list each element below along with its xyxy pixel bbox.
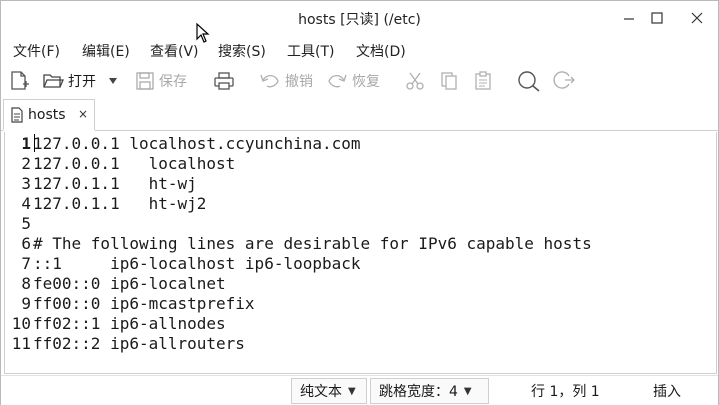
tab-bar: hosts × bbox=[1, 99, 718, 131]
tab-width-label: 跳格宽度：4 bbox=[379, 384, 458, 400]
save-label: 保存 bbox=[159, 74, 187, 90]
menu-view[interactable]: 查看(V) bbox=[150, 41, 199, 61]
document-icon bbox=[11, 106, 23, 123]
redo-icon bbox=[328, 74, 347, 88]
undo-label: 撤销 bbox=[285, 74, 313, 90]
copy-button[interactable] bbox=[439, 69, 459, 93]
maximize-icon bbox=[651, 12, 663, 24]
window-title: hosts [只读] (/etc) bbox=[298, 12, 421, 28]
folder-open-icon bbox=[43, 74, 64, 88]
text-caret bbox=[34, 134, 35, 152]
paste-button[interactable] bbox=[473, 69, 493, 93]
line-number: 7 bbox=[21, 254, 31, 273]
save-icon bbox=[136, 72, 154, 90]
tab-close-button[interactable]: × bbox=[78, 107, 88, 121]
scissors-icon bbox=[406, 72, 424, 90]
close-icon bbox=[691, 12, 703, 24]
line-number: 3 bbox=[21, 174, 31, 193]
menu-edit[interactable]: 编辑(E) bbox=[82, 41, 130, 61]
text-line[interactable]: 127.0.0.1 localhost bbox=[33, 154, 235, 174]
dropdown-arrow-icon: ▼ bbox=[348, 385, 356, 397]
text-line[interactable]: 127.0.1.1 ht-wj bbox=[33, 174, 197, 194]
editor-window: hosts [只读] (/etc) 文件(F) 编辑(E) 查看(V) 搜索(S… bbox=[0, 0, 719, 405]
tab-width-selector[interactable]: 跳格宽度：4 ▼ bbox=[370, 378, 489, 404]
line-number: 11 bbox=[11, 334, 31, 353]
syntax-highlight-selector[interactable]: 纯文本 ▼ bbox=[291, 378, 367, 404]
text-line[interactable]: ff00::0 ip6-mcastprefix bbox=[33, 294, 255, 314]
minimize-icon bbox=[624, 18, 634, 20]
dropdown-arrow-icon: ▼ bbox=[463, 385, 472, 397]
menu-tools[interactable]: 工具(T) bbox=[287, 41, 334, 61]
redo-button[interactable]: 恢复 bbox=[326, 69, 380, 93]
close-window-button[interactable] bbox=[685, 7, 709, 29]
find-replace-button[interactable] bbox=[552, 69, 576, 93]
tab-label: hosts bbox=[28, 106, 66, 123]
open-label: 打开 bbox=[68, 74, 96, 90]
find-button[interactable] bbox=[517, 69, 541, 93]
new-document-button[interactable] bbox=[9, 69, 29, 93]
maximize-button[interactable] bbox=[645, 7, 669, 29]
line-number: 8 bbox=[21, 274, 31, 293]
line-number: 6 bbox=[21, 234, 31, 253]
line-number-gutter: 1 2 3 4 5 6 7 8 9 10 11 bbox=[5, 132, 33, 373]
save-button[interactable]: 保存 bbox=[135, 69, 187, 93]
menu-bar: 文件(F) 编辑(E) 查看(V) 搜索(S) 工具(T) 文档(D) bbox=[1, 37, 718, 63]
printer-icon bbox=[214, 72, 234, 90]
cursor-position: 行 1，列 1 bbox=[531, 384, 600, 400]
line-number: 1 bbox=[21, 134, 31, 153]
insert-mode-indicator[interactable]: 插入 bbox=[653, 378, 681, 404]
print-button[interactable] bbox=[213, 69, 235, 93]
copy-icon bbox=[441, 72, 457, 90]
redo-label: 恢复 bbox=[352, 74, 380, 90]
menu-search[interactable]: 搜索(S) bbox=[218, 41, 266, 61]
new-document-icon bbox=[11, 71, 29, 90]
text-line[interactable]: 127.0.1.1 ht-wj2 bbox=[33, 194, 206, 214]
title-bar[interactable]: hosts [只读] (/etc) bbox=[1, 1, 718, 43]
line-number: 2 bbox=[21, 154, 31, 173]
status-bar: 纯文本 ▼ 跳格宽度：4 ▼ 行 1，列 1 插入 bbox=[1, 375, 718, 405]
line-number: 10 bbox=[11, 314, 31, 333]
text-line[interactable]: ff02::1 ip6-allnodes bbox=[33, 314, 226, 334]
text-line[interactable]: ::1 ip6-localhost ip6-loopback bbox=[33, 254, 361, 274]
text-line[interactable]: 127.0.0.1 localhost.ccyunchina.com bbox=[33, 134, 361, 154]
line-number: 5 bbox=[21, 214, 31, 233]
search-replace-icon bbox=[553, 71, 575, 89]
dropdown-arrow-icon bbox=[109, 78, 117, 84]
text-line[interactable]: # The following lines are desirable for … bbox=[33, 234, 592, 254]
line-number: 9 bbox=[21, 294, 31, 313]
search-icon bbox=[518, 71, 540, 92]
toolbar: 打开 保存 撤销 恢复 bbox=[1, 65, 718, 97]
menu-file[interactable]: 文件(F) bbox=[13, 41, 60, 61]
tab-hosts[interactable]: hosts × bbox=[3, 99, 95, 131]
line-number: 4 bbox=[21, 194, 31, 213]
undo-button[interactable]: 撤销 bbox=[259, 69, 313, 93]
text-editor[interactable]: 1 2 3 4 5 6 7 8 9 10 11 127.0.0.1 localhost.ccyunc… bbox=[4, 132, 717, 374]
cut-button[interactable] bbox=[404, 69, 426, 93]
minimize-button[interactable] bbox=[617, 7, 641, 29]
text-line[interactable]: fe00::0 ip6-localnet bbox=[33, 274, 226, 294]
undo-icon bbox=[260, 74, 279, 88]
syntax-mode-label: 纯文本 bbox=[300, 384, 342, 400]
menu-documents[interactable]: 文档(D) bbox=[356, 41, 406, 61]
open-button[interactable]: 打开 bbox=[42, 69, 96, 93]
paste-icon bbox=[475, 71, 491, 90]
open-recent-dropdown[interactable] bbox=[107, 69, 119, 93]
text-line[interactable]: ff02::2 ip6-allrouters bbox=[33, 334, 245, 354]
